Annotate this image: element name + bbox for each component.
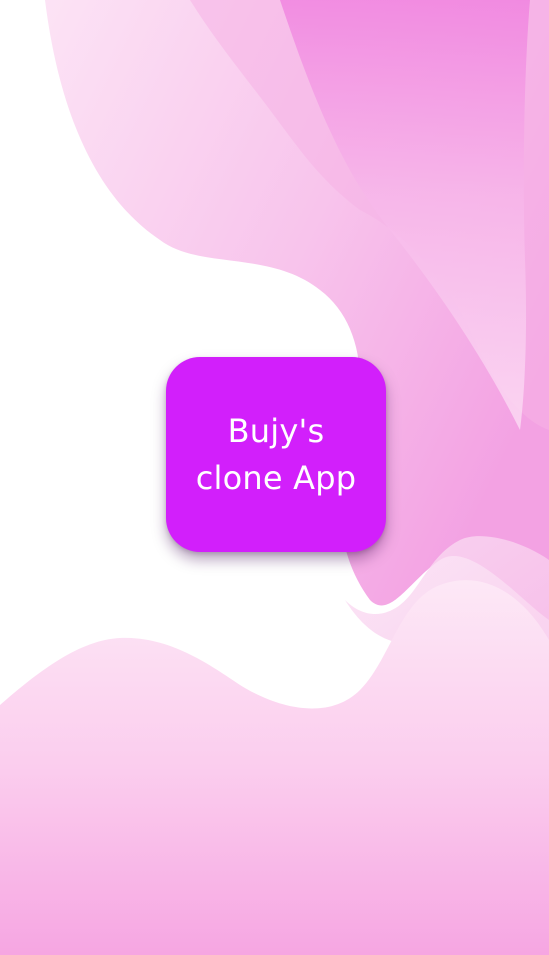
app-logo-text: Bujy's clone App bbox=[196, 408, 357, 502]
app-logo-tile[interactable]: Bujy's clone App bbox=[166, 357, 386, 552]
bottom-wave-shape bbox=[0, 580, 549, 955]
app-logo-line-2: clone App bbox=[195, 458, 357, 497]
app-logo-line-1: Bujy's bbox=[227, 411, 325, 450]
splash-screen: Bujy's clone App bbox=[0, 0, 549, 955]
